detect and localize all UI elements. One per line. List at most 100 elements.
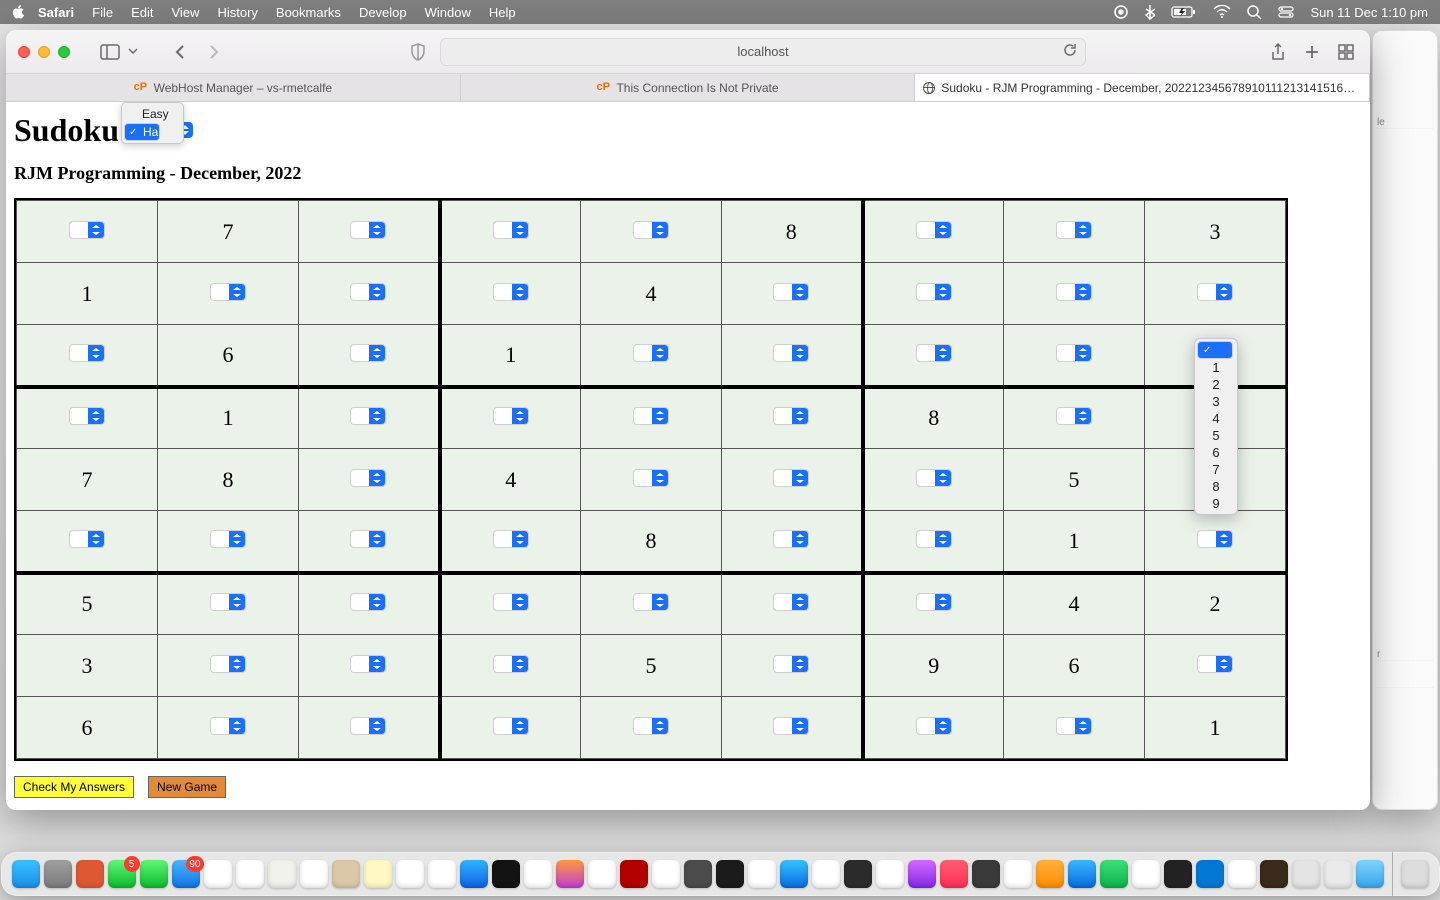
cell-number-select[interactable] [69,344,105,362]
screenrecord-icon[interactable] [1113,4,1129,20]
dock-appstore-icon[interactable] [460,860,488,888]
apple-icon[interactable] [12,5,26,19]
dock-chrome-icon[interactable] [1228,860,1256,888]
cell-number-select[interactable] [69,407,105,425]
cell-number-select[interactable] [350,469,386,487]
dock-appgeneric-icon[interactable] [1324,860,1352,888]
cell-number-select[interactable] [69,530,105,548]
dock-preview-icon[interactable] [748,860,776,888]
cell-number-select[interactable] [350,344,386,362]
cell-number-select[interactable] [916,283,952,301]
taboverview-icon[interactable] [1334,40,1358,64]
menubar-app[interactable]: Safari [38,5,74,20]
menubar-bookmarks[interactable]: Bookmarks [276,5,341,20]
cell-number-select[interactable] [773,530,809,548]
dock-logic-icon[interactable] [972,860,1000,888]
cell-number-select[interactable] [916,469,952,487]
cell-number-select[interactable] [1056,344,1092,362]
dock-safari-icon[interactable] [524,860,552,888]
cell-number-select[interactable] [773,407,809,425]
dock-numbers-icon[interactable] [1100,860,1128,888]
dock-freeform-icon[interactable] [396,860,424,888]
dock-garageband-icon[interactable] [1260,860,1288,888]
cell-number-select[interactable] [210,593,246,611]
dock-folder-icon[interactable] [1356,860,1384,888]
cell-number-select[interactable] [773,655,809,673]
newtab-icon[interactable] [1300,40,1324,64]
dock-tv-icon[interactable] [492,860,520,888]
cell-number-select[interactable] [493,717,529,735]
cell-number-select[interactable] [350,655,386,673]
forward-button[interactable] [202,40,226,64]
dock-music-icon[interactable] [940,860,968,888]
dock-news-icon[interactable] [428,860,456,888]
dock-slack-icon[interactable] [1004,860,1032,888]
cell-number-select[interactable] [210,717,246,735]
dock-contacts-icon[interactable] [332,860,360,888]
cell-number-select[interactable] [1056,407,1092,425]
number-option[interactable]: 8 [1197,478,1235,495]
tab-sudoku[interactable]: Sudoku - RJM Programming - December, 202… [915,74,1370,101]
cell-number-select[interactable] [493,221,529,239]
cell-number-select[interactable] [1056,221,1092,239]
cell-number-select[interactable] [350,283,386,301]
cell-number-select[interactable] [1197,530,1233,548]
cell-number-select[interactable] [633,221,669,239]
address-bar[interactable]: localhost [440,38,1086,66]
cell-number-select[interactable] [493,407,529,425]
dock-notes-icon[interactable] [364,860,392,888]
dock-photos-icon[interactable] [236,860,264,888]
cell-number-select[interactable] [916,530,952,548]
menubar-help[interactable]: Help [489,5,516,20]
cell-number-select[interactable] [773,593,809,611]
dock-trash-icon[interactable] [1401,860,1429,888]
spotlight-icon[interactable] [1247,5,1262,20]
dock-sublime-icon[interactable] [684,860,712,888]
cell-number-select[interactable] [493,283,529,301]
dock-keynote-icon[interactable] [1068,860,1096,888]
dock-finder-icon[interactable] [12,860,40,888]
battery-icon[interactable] [1171,5,1197,19]
cell-number-select[interactable] [633,344,669,362]
number-option[interactable]: 5 [1197,427,1235,444]
menubar-file[interactable]: File [92,5,113,20]
cell-number-select[interactable] [1197,655,1233,673]
number-picker-popup[interactable]: 123456789 [1194,338,1238,515]
cell-number-select[interactable] [773,717,809,735]
bluetooth-icon[interactable] [1145,4,1155,20]
cell-number-select[interactable] [916,593,952,611]
sidebar-icon[interactable] [98,40,122,64]
menubar-clock[interactable]: Sun 11 Dec 1:10 pm [1310,5,1428,20]
number-option[interactable]: 9 [1197,495,1235,512]
dock-mail-icon[interactable]: 90 [172,860,200,888]
dock-duckduckgo-icon[interactable] [76,860,104,888]
cell-number-select[interactable] [350,530,386,548]
cell-number-select[interactable] [493,655,529,673]
cell-number-select[interactable] [633,407,669,425]
dock-opera-icon[interactable] [588,860,616,888]
cell-number-select[interactable] [773,344,809,362]
dock-safari2-icon[interactable] [780,860,808,888]
dock-messages-icon[interactable]: 5 [108,860,136,888]
cell-number-select[interactable] [1056,283,1092,301]
cell-number-select[interactable] [773,283,809,301]
cell-number-select[interactable] [916,221,952,239]
difficulty-dropdown[interactable]: Easy Hard [121,102,184,144]
dock-terminal-icon[interactable] [716,860,744,888]
reload-icon[interactable] [1063,43,1077,60]
controlcenter-icon[interactable] [1278,6,1294,18]
cell-number-select[interactable] [633,717,669,735]
cell-number-select[interactable] [916,344,952,362]
number-option[interactable]: 7 [1197,461,1235,478]
cell-number-select[interactable] [1197,283,1233,301]
menubar-window[interactable]: Window [425,5,471,20]
menubar-edit[interactable]: Edit [131,5,153,20]
difficulty-option-hard[interactable]: Hard [124,123,160,141]
number-option[interactable]: 3 [1197,393,1235,410]
dock-settings-icon[interactable] [1292,860,1320,888]
tab-notprivate[interactable]: cPThis Connection Is Not Private [461,74,916,101]
difficulty-option-easy[interactable]: Easy [124,105,181,123]
check-answers-button[interactable]: Check My Answers [14,776,134,798]
share-icon[interactable] [1266,40,1290,64]
dock-calendar-icon[interactable] [300,860,328,888]
